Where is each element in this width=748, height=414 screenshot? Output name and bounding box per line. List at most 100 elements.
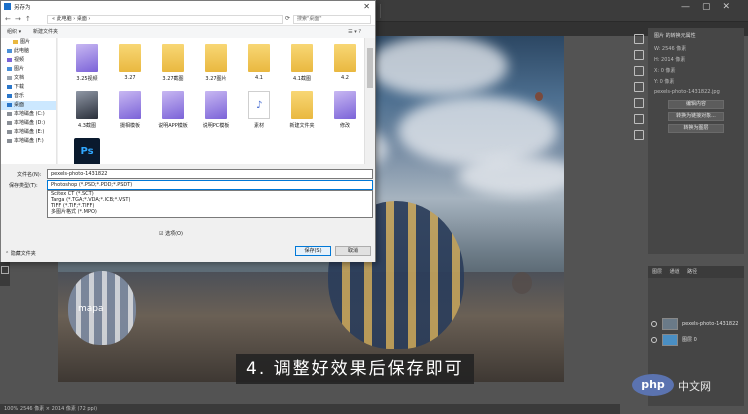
filetype-option[interactable]: 多图片格式 (*.MPO): [48, 209, 372, 215]
file-item[interactable]: 修改: [326, 91, 364, 135]
file-item[interactable]: 4.1: [240, 44, 278, 88]
eye-icon[interactable]: [651, 321, 657, 327]
file-label: 4.2: [341, 75, 349, 81]
file-item[interactable]: 3.27图片: [197, 44, 235, 88]
file-item[interactable]: 3.27: [111, 44, 149, 88]
layer-row[interactable]: pexels-photo-1431822: [648, 316, 744, 332]
nav-item[interactable]: 此电脑: [1, 47, 56, 56]
file-label: 新建文件夹: [289, 123, 315, 129]
file-item[interactable]: 说明APP模板: [154, 91, 192, 135]
nav-item[interactable]: 本地磁盘 (E:): [1, 128, 56, 137]
dark-folder-icon: [76, 91, 98, 119]
convert-to-linked-button[interactable]: 转换为链接对象...: [668, 112, 724, 121]
nav-item-label: 图片: [14, 66, 25, 72]
y-value[interactable]: Y: 0 像素: [648, 76, 744, 87]
file-item[interactable]: 3.25视频: [68, 44, 106, 88]
cloud: [368, 36, 508, 96]
up-icon[interactable]: ↑: [25, 15, 31, 23]
file-item[interactable]: 说明PC模板: [197, 91, 235, 135]
nav-item[interactable]: 本地磁盘 (F:): [1, 137, 56, 146]
nav-item-label: 本地磁盘 (D:): [14, 120, 46, 126]
nav-item-icon: [7, 138, 12, 143]
ps-panel-icon-strip: [630, 28, 648, 148]
scrollbar-thumb[interactable]: [367, 48, 373, 88]
eye-icon[interactable]: [651, 337, 657, 343]
save-as-dialog: 另存为 ✕ ← → ↑ « 此电脑 › 桌面 › ⟳ 搜索"桌面" 组织 ▾ 新…: [0, 0, 376, 262]
forward-icon[interactable]: →: [15, 15, 21, 23]
nav-item[interactable]: 文档: [1, 74, 56, 83]
nav-item-icon: [7, 120, 12, 125]
layers-tabs[interactable]: 图层 通道 路径: [648, 266, 744, 278]
nav-item[interactable]: 图片: [1, 38, 56, 47]
filetype-select[interactable]: Photoshop (*.PSD;*.PDD;*.PSDT): [47, 180, 373, 190]
character-icon[interactable]: [634, 98, 644, 108]
cloud: [458, 156, 564, 196]
navigation-bar: ← → ↑ « 此电脑 › 桌面 › ⟳ 搜索"桌面": [1, 13, 375, 26]
file-label: 修改: [339, 123, 350, 129]
file-list-scrollbar[interactable]: [364, 38, 375, 164]
nav-item[interactable]: 视频: [1, 56, 56, 65]
close-icon[interactable]: ✕: [363, 2, 370, 11]
file-label: 3.27: [124, 75, 136, 81]
nav-item[interactable]: 音乐: [1, 92, 56, 101]
new-folder-button[interactable]: 新建文件夹: [33, 26, 58, 38]
photoshop-icon: Ps: [74, 138, 100, 166]
file-list: 3.25视频 3.27 3.27截图 3.27图片 4.1 4.1截图 4.2 4.3截图 摄相…: [58, 38, 364, 166]
file-item[interactable]: 4.1截图: [283, 44, 321, 88]
music-note-icon: ♪: [256, 100, 263, 111]
window-controls[interactable]: —▢✕: [681, 2, 742, 12]
history-icon[interactable]: [634, 34, 644, 44]
file-item[interactable]: 4.2: [326, 44, 364, 88]
cloud: [398, 96, 558, 166]
save-button[interactable]: 保存(S): [295, 246, 331, 256]
view-options-icon[interactable]: ☰ ▾ ?: [348, 26, 361, 38]
folder-icon: [291, 44, 313, 72]
file-item[interactable]: 3.27截图: [154, 44, 192, 88]
options-checkbox[interactable]: ☑ 选项(O): [159, 230, 183, 237]
folder-icon: [248, 44, 270, 72]
properties-icon[interactable]: [634, 66, 644, 76]
brush-icon[interactable]: [634, 82, 644, 92]
nav-item[interactable]: 下载: [1, 83, 56, 92]
dialog-titlebar: 另存为 ✕: [1, 1, 375, 13]
nav-item-icon: [7, 57, 12, 62]
address-bar[interactable]: « 此电脑 › 桌面 ›: [47, 15, 283, 24]
nav-item-icon: [7, 75, 12, 80]
adjustments-icon[interactable]: [634, 50, 644, 60]
folder-icon: [205, 44, 227, 72]
convert-to-layers-button[interactable]: 转换为图层: [668, 124, 724, 133]
file-item[interactable]: 4.3截图: [68, 91, 106, 135]
paragraph-icon[interactable]: [634, 114, 644, 124]
layer-row[interactable]: 图层 0: [648, 332, 744, 348]
edit-contents-button[interactable]: 编辑内容: [668, 100, 724, 109]
file-label: 摄相模板: [119, 123, 140, 129]
height-value[interactable]: H: 2014 像素: [648, 54, 744, 65]
x-value[interactable]: X: 0 像素: [648, 65, 744, 76]
nav-item-label: 本地磁盘 (E:): [14, 129, 45, 135]
cancel-button[interactable]: 取消: [335, 246, 371, 256]
crop-tool-icon[interactable]: [1, 266, 9, 274]
refresh-icon[interactable]: ⟳: [285, 15, 290, 22]
width-value[interactable]: W: 2546 像素: [648, 43, 744, 54]
purple-folder-icon: [76, 44, 98, 72]
nav-item[interactable]: 图片: [1, 65, 56, 74]
nav-item[interactable]: 桌面: [1, 101, 56, 110]
organize-button[interactable]: 组织 ▾: [7, 26, 21, 38]
file-item[interactable]: 摄相模板: [111, 91, 149, 135]
nav-item-label: 图片: [20, 39, 31, 45]
search-input[interactable]: 搜索"桌面": [293, 15, 371, 24]
back-icon[interactable]: ←: [5, 15, 11, 23]
folder-icon: [119, 44, 141, 72]
nav-item-label: 音乐: [14, 93, 25, 99]
php-logo: php: [632, 374, 674, 396]
file-item[interactable]: 新建文件夹: [283, 91, 321, 135]
menu-separator: [380, 4, 381, 18]
nav-item[interactable]: 本地磁盘 (C:): [1, 110, 56, 119]
nav-item[interactable]: 本地磁盘 (D:): [1, 119, 56, 128]
hide-folders-toggle[interactable]: ⌃ 隐藏文件夹: [5, 250, 36, 257]
layer-name: pexels-photo-1431822: [682, 321, 739, 327]
layers-icon[interactable]: [634, 130, 644, 140]
file-item[interactable]: ♪ 素材: [240, 91, 278, 135]
folder-icon: [334, 44, 356, 72]
filename-input[interactable]: pexels-photo-1431822: [47, 169, 373, 179]
